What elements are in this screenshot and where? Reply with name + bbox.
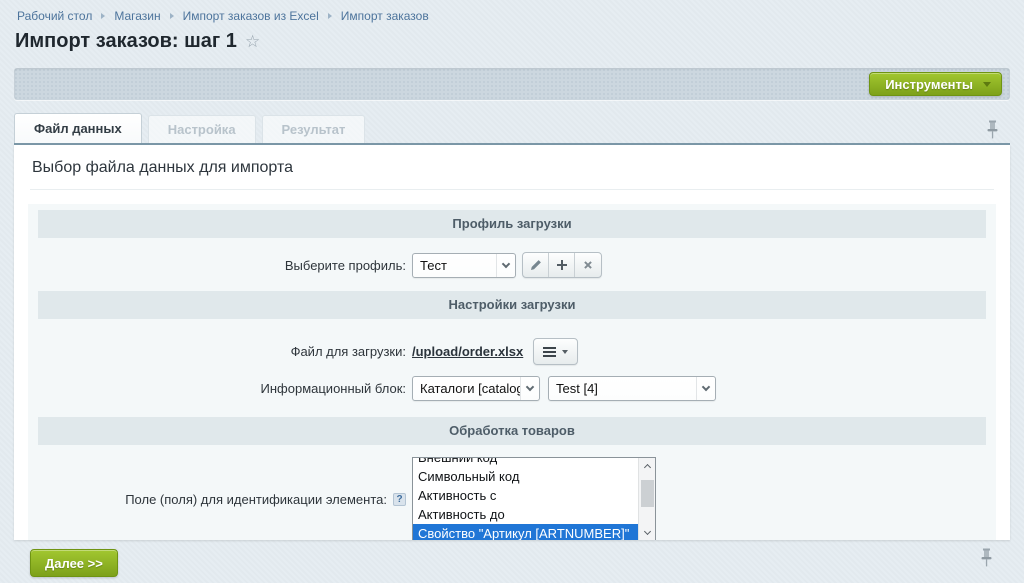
scrollbar-thumb[interactable] <box>641 480 654 507</box>
profile-select-value: Тест <box>413 254 496 277</box>
breadcrumb-link-desktop[interactable]: Рабочий стол <box>17 9 92 23</box>
pin-icon[interactable] <box>986 120 999 139</box>
scroll-down-icon[interactable] <box>639 525 656 539</box>
chevron-down-icon <box>526 383 534 391</box>
breadcrumb-separator-icon <box>170 13 174 19</box>
chevron-down-icon <box>502 259 510 267</box>
content-panel: Выбор файла данных для импорта Профиль з… <box>14 145 1010 540</box>
scroll-up-icon[interactable] <box>639 459 656 473</box>
x-icon <box>582 259 594 271</box>
add-profile-button[interactable] <box>549 253 575 277</box>
pencil-icon <box>529 259 542 272</box>
id-field-label: Поле (поля) для идентификации элемента: <box>125 492 387 507</box>
iblock-type-select[interactable]: Каталоги [catalog] <box>412 376 540 401</box>
profile-row: Выберите профиль: Тест <box>28 238 996 291</box>
tab-data-file[interactable]: Файл данных <box>14 113 142 143</box>
select-arrow <box>696 377 715 400</box>
hamburger-icon <box>543 347 556 357</box>
import-form: Профиль загрузки Выберите профиль: Тест <box>28 204 996 540</box>
listbox-scrollbar[interactable] <box>638 458 655 540</box>
listbox-option-selected[interactable]: Свойство "Артикул [ARTNUMBER]" <box>413 524 638 540</box>
listbox-options: Внешний код Символьный код Активность с … <box>413 457 638 540</box>
listbox-option[interactable]: Символьный код <box>413 467 638 486</box>
chevron-down-icon <box>562 350 568 354</box>
id-fields-listbox[interactable]: Внешний код Символьный код Активность с … <box>412 457 656 540</box>
settings-section-header: Настройки загрузки <box>38 291 986 319</box>
next-button-label: Далее >> <box>45 556 103 571</box>
delete-profile-button[interactable] <box>575 253 601 277</box>
iblock-value: Test [4] <box>549 377 696 400</box>
iblock-row: Информационный блок: Каталоги [catalog] … <box>28 376 996 401</box>
iblock-type-value: Каталоги [catalog] <box>413 377 520 400</box>
breadcrumb-separator-icon <box>101 13 105 19</box>
breadcrumb-link-import-orders[interactable]: Импорт заказов <box>341 9 429 23</box>
tools-button[interactable]: Инструменты <box>869 72 1002 96</box>
pin-icon[interactable] <box>980 548 993 567</box>
processing-section-header: Обработка товаров <box>38 417 986 445</box>
file-row: Файл для загрузки: /upload/order.xlsx <box>28 319 996 365</box>
wizard-tabs: Файл данных Настройка Результат <box>14 113 365 143</box>
listbox-option[interactable]: Активность с <box>413 486 638 505</box>
profile-select[interactable]: Тест <box>412 253 516 278</box>
file-link[interactable]: /upload/order.xlsx <box>412 344 523 359</box>
file-menu-button[interactable] <box>533 338 578 365</box>
tab-result: Результат <box>262 115 366 143</box>
section-heading: Выбор файла данных для импорта <box>30 145 994 190</box>
iblock-label: Информационный блок: <box>28 381 412 396</box>
help-icon[interactable]: ? <box>393 493 406 506</box>
next-button[interactable]: Далее >> <box>30 549 118 577</box>
iblock-select[interactable]: Test [4] <box>548 376 716 401</box>
page-title: Импорт заказов: шаг 1 ☆ <box>15 30 260 53</box>
tab-settings: Настройка <box>148 115 256 143</box>
chevron-down-icon <box>702 383 710 391</box>
tools-button-label: Инструменты <box>885 77 973 92</box>
favorite-star-icon[interactable]: ☆ <box>245 32 260 52</box>
plus-icon <box>556 259 568 271</box>
breadcrumb-link-shop[interactable]: Магазин <box>114 9 160 23</box>
edit-profile-button[interactable] <box>523 253 549 277</box>
profile-actions <box>522 252 602 278</box>
profile-select-label: Выберите профиль: <box>28 258 412 273</box>
profile-section-header: Профиль загрузки <box>38 210 986 238</box>
file-label: Файл для загрузки: <box>28 344 412 359</box>
listbox-option[interactable]: Активность до <box>413 505 638 524</box>
breadcrumb-link-import-excel[interactable]: Импорт заказов из Excel <box>183 9 319 23</box>
select-arrow <box>496 254 515 277</box>
select-arrow <box>520 377 539 400</box>
toolbar: Инструменты <box>14 68 1010 100</box>
listbox-option[interactable]: Внешний код <box>413 457 638 467</box>
chevron-down-icon <box>983 82 991 87</box>
breadcrumb: Рабочий стол Магазин Импорт заказов из E… <box>17 9 429 23</box>
identification-row: Поле (поля) для идентификации элемента: … <box>28 445 996 540</box>
breadcrumb-separator-icon <box>328 13 332 19</box>
page-title-text: Импорт заказов: шаг 1 <box>15 30 237 53</box>
